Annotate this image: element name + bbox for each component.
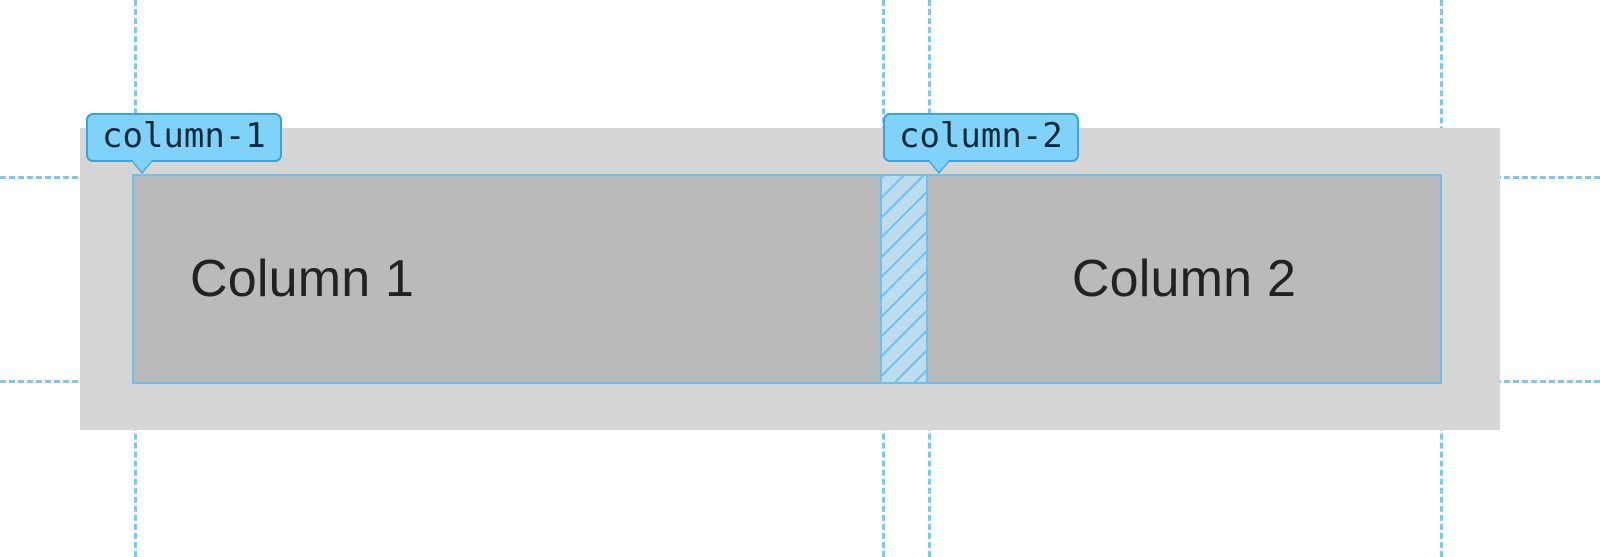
grid-track-badge-label: column-1 [102, 116, 266, 156]
grid-cell-label: Column 2 [1072, 249, 1296, 309]
grid-track-badge-column-2[interactable]: column-2 [883, 113, 1079, 162]
grid-cell-column-1: Column 1 [134, 176, 882, 382]
grid-cell-column-2: Column 2 [928, 176, 1440, 382]
grid-track-badge-label: column-2 [899, 116, 1063, 156]
grid-gap-overlay [882, 176, 928, 382]
grid-container: Column 1 Column 2 [80, 128, 1500, 430]
grid-track-badge-column-1[interactable]: column-1 [86, 113, 282, 162]
grid-cell-label: Column 1 [190, 249, 414, 309]
